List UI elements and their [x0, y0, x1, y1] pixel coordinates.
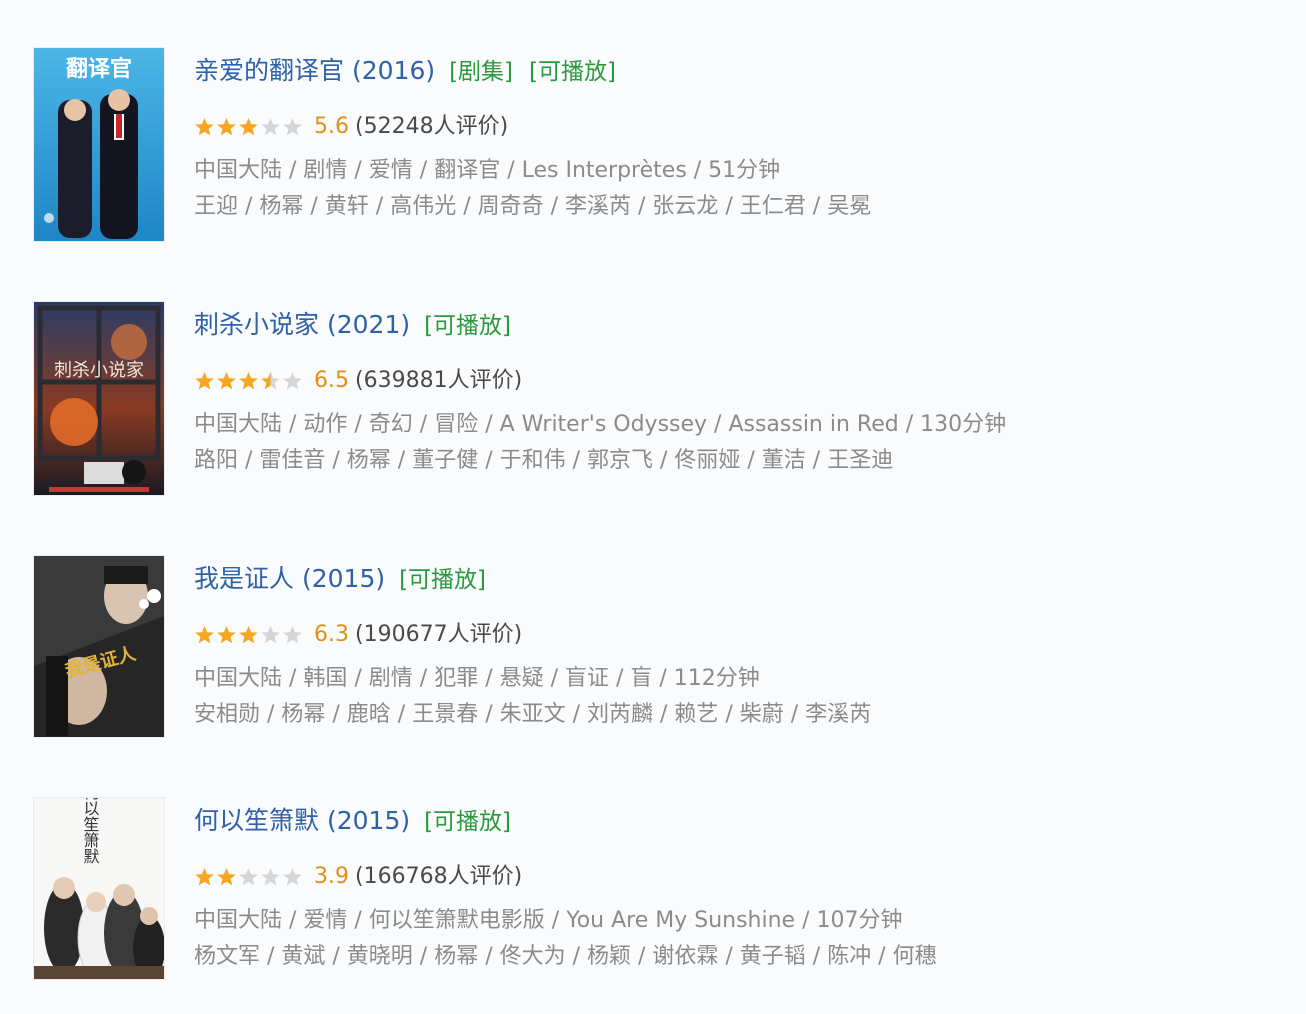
result-item: 何以笙箫默 何以笙箫默 (2015) [可播放] 3.9 (166768人评价)… — [34, 798, 1284, 998]
star-full-icon — [217, 868, 236, 886]
cast-info: 安相勋 / 杨幂 / 鹿晗 / 王景春 / 朱亚文 / 刘芮麟 / 赖艺 / 柴… — [194, 702, 872, 727]
rating-count: (52248人评价) — [355, 114, 509, 139]
star-empty-icon — [261, 868, 280, 886]
star-rating — [194, 371, 304, 391]
meta-info: 中国大陆 / 动作 / 奇幻 / 冒险 / A Writer's Odyssey… — [194, 412, 1007, 437]
rating-line: 6.5 (639881人评价) — [194, 366, 522, 396]
poster-title-text: 翻译官 — [66, 56, 132, 82]
meta-info: 中国大陆 / 剧情 / 爱情 / 翻译官 / Les Interprètes /… — [194, 158, 781, 183]
star-half-icon — [261, 372, 280, 390]
rating-count: (639881人评价) — [355, 368, 523, 393]
tag-playable[interactable]: [可播放] — [424, 809, 511, 835]
tag-series[interactable]: [剧集] — [449, 59, 513, 85]
title-line: 我是证人 (2015) [可播放] — [194, 562, 486, 597]
star-full-icon — [217, 372, 236, 390]
star-rating — [194, 117, 304, 137]
rating-line: 5.6 (52248人评价) — [194, 112, 508, 142]
star-empty-icon — [283, 868, 302, 886]
star-full-icon — [217, 626, 236, 644]
star-rating — [194, 625, 304, 645]
rating-count: (166768人评价) — [355, 864, 523, 889]
cast-info: 王迎 / 杨幂 / 黄轩 / 高伟光 / 周奇奇 / 李溪芮 / 张云龙 / 王… — [194, 194, 872, 219]
meta-info: 中国大陆 / 韩国 / 剧情 / 犯罪 / 悬疑 / 盲证 / 盲 / 112分… — [194, 666, 760, 691]
star-rating — [194, 867, 304, 887]
rating-line: 6.3 (190677人评价) — [194, 620, 522, 650]
star-empty-icon — [283, 372, 302, 390]
rating-score: 3.9 — [314, 864, 349, 889]
rating-score: 5.6 — [314, 114, 349, 139]
star-full-icon — [195, 118, 214, 136]
star-full-icon — [239, 372, 258, 390]
result-item: 我是证人 我是证人 (2015) [可播放] 6.3 (190677人评价) 中… — [34, 556, 1284, 756]
result-item: 刺杀小说家 刺杀小说家 (2021) [可播放] 6.5 (639881人评价)… — [34, 302, 1284, 502]
meta-info: 中国大陆 / 爱情 / 何以笙箫默电影版 / You Are My Sunshi… — [194, 908, 903, 933]
result-item: 翻译官 亲爱的翻译官 (2016) [剧集] [可播放] 5.6 (52248人… — [34, 48, 1284, 248]
title-line: 何以笙箫默 (2015) [可播放] — [194, 804, 511, 839]
star-empty-icon — [239, 868, 258, 886]
rating-count: (190677人评价) — [355, 622, 523, 647]
star-empty-icon — [283, 626, 302, 644]
star-full-icon — [239, 626, 258, 644]
star-empty-icon — [261, 118, 280, 136]
movie-title-link[interactable]: 刺杀小说家 — [194, 310, 319, 339]
title-line: 亲爱的翻译官 (2016) [剧集] [可播放] — [194, 54, 616, 89]
rating-score: 6.5 — [314, 368, 349, 393]
movie-year: (2015) — [301, 564, 386, 593]
movie-poster[interactable]: 刺杀小说家 — [34, 302, 164, 495]
movie-poster[interactable]: 何以笙箫默 — [34, 798, 164, 979]
movie-poster[interactable]: 翻译官 — [34, 48, 164, 241]
rating-line: 3.9 (166768人评价) — [194, 862, 522, 892]
movie-title-link[interactable]: 亲爱的翻译官 — [194, 56, 344, 85]
tag-playable[interactable]: [可播放] — [424, 313, 511, 339]
cast-info: 路阳 / 雷佳音 / 杨幂 / 董子健 / 于和伟 / 郭京飞 / 佟丽娅 / … — [194, 448, 894, 473]
star-full-icon — [239, 118, 258, 136]
movie-year: (2021) — [326, 310, 411, 339]
star-full-icon — [195, 372, 214, 390]
star-full-icon — [195, 868, 214, 886]
movie-year: (2015) — [326, 806, 411, 835]
movie-title-link[interactable]: 何以笙箫默 — [194, 806, 319, 835]
movie-title-link[interactable]: 我是证人 — [194, 564, 294, 593]
tag-playable[interactable]: [可播放] — [529, 59, 616, 85]
star-empty-icon — [283, 118, 302, 136]
tag-playable[interactable]: [可播放] — [399, 567, 486, 593]
title-line: 刺杀小说家 (2021) [可播放] — [194, 308, 511, 343]
star-full-icon — [195, 626, 214, 644]
poster-title-text: 何以笙箫默 — [81, 798, 100, 864]
poster-title-text: 刺杀小说家 — [54, 360, 144, 381]
star-empty-icon — [261, 626, 280, 644]
star-full-icon — [217, 118, 236, 136]
movie-poster[interactable]: 我是证人 — [34, 556, 164, 737]
movie-year: (2016) — [351, 56, 436, 85]
rating-score: 6.3 — [314, 622, 349, 647]
cast-info: 杨文军 / 黄斌 / 黄晓明 / 杨幂 / 佟大为 / 杨颖 / 谢依霖 / 黄… — [194, 944, 937, 969]
